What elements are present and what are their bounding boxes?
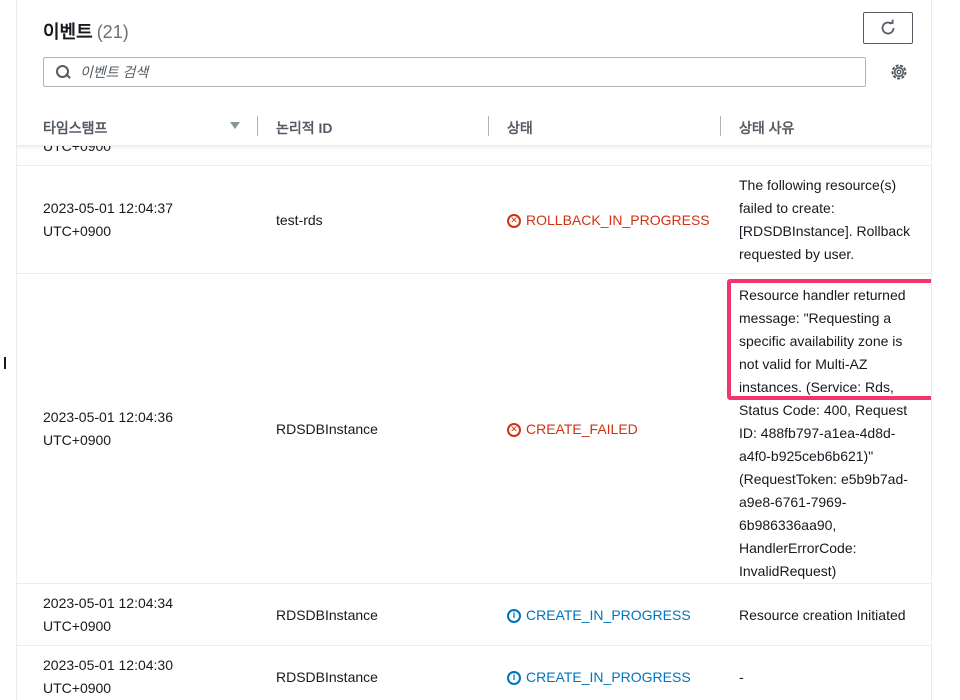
status-text: CREATE_FAILED: [526, 418, 638, 441]
timestamp-cell: 2023-05-01 12:04:34 UTC+0900: [43, 592, 233, 638]
search-box[interactable]: [43, 57, 866, 87]
timestamp-zone: UTC+0900: [43, 429, 233, 452]
status-reason-cell: The following resource(s) failed to crea…: [739, 174, 921, 266]
timestamp-cell: UTC+0900: [43, 146, 233, 158]
column-divider[interactable]: [488, 116, 489, 136]
table-row: 2023-05-01 12:04:34 UTC+0900 RDSDBInstan…: [17, 584, 931, 646]
error-circle-icon: ✕: [507, 423, 521, 437]
reason-line: [RDSDBInstance]. Rollback: [739, 220, 921, 243]
table-row: UTC+0900: [17, 146, 931, 166]
reason-line: a9e8-6761-7969-: [739, 491, 921, 514]
status-cell: ✕ ROLLBACK_IN_PROGRESS: [507, 209, 710, 232]
reason-line: ID: 488fb797-a1ea-4d8d-: [739, 422, 921, 445]
column-header-status-reason[interactable]: 상태 사유: [739, 118, 794, 138]
title-text: 이벤트: [43, 22, 93, 42]
timestamp-zone: UTC+0900: [43, 220, 233, 243]
info-circle-icon: i: [507, 609, 521, 623]
reason-line: instances. (Service: Rds,: [739, 376, 921, 399]
status-reason-cell: Resource handler returned message: "Requ…: [739, 284, 921, 583]
table-row: 2023-05-01 12:04:36 UTC+0900 RDSDBInstan…: [17, 274, 931, 584]
timestamp-date: 2023-05-01 12:04:34: [43, 592, 233, 615]
table-row: 2023-05-01 12:04:37 UTC+0900 test-rds ✕ …: [17, 166, 931, 274]
info-circle-icon: i: [507, 671, 521, 685]
reason-line: Status Code: 400, Request: [739, 399, 921, 422]
status-reason-cell: -: [739, 666, 921, 689]
timestamp-zone: UTC+0900: [43, 615, 233, 638]
column-header-status[interactable]: 상태: [507, 118, 533, 138]
reason-line: requested by user.: [739, 243, 921, 266]
reason-line: specific availability zone is: [739, 330, 921, 353]
error-circle-icon: ✕: [507, 214, 521, 228]
event-count: (21): [97, 22, 129, 42]
gear-icon[interactable]: [890, 63, 908, 81]
reason-line: failed to create:: [739, 197, 921, 220]
logical-id-cell: RDSDBInstance: [276, 666, 378, 689]
reason-line: Resource handler returned: [739, 284, 921, 307]
status-cell: i CREATE_IN_PROGRESS: [507, 604, 691, 627]
left-edge-mark: [4, 357, 6, 369]
reason-line: a4f0-b925ceb6b621)": [739, 445, 921, 468]
reason-line: The following resource(s): [739, 174, 921, 197]
refresh-icon: [879, 19, 897, 37]
reason-line: 6b986336aa90,: [739, 514, 921, 537]
timestamp-date: 2023-05-01 12:04:30: [43, 654, 233, 677]
timestamp-zone: UTC+0900: [43, 146, 233, 158]
reason-line: InvalidRequest): [739, 560, 921, 583]
column-divider[interactable]: [720, 116, 721, 136]
events-panel: 이벤트(21) 타임스탬프 논리적 ID 상태 상태 사유: [16, 0, 932, 700]
reason-line: Resource creation Initiated: [739, 604, 921, 627]
timestamp-zone: UTC+0900: [43, 677, 233, 700]
search-icon: [56, 65, 70, 79]
timestamp-date: 2023-05-01 12:04:36: [43, 406, 233, 429]
logical-id-cell: RDSDBInstance: [276, 418, 378, 441]
events-table-body: UTC+0900 2023-05-01 12:04:37 UTC+0900 te…: [17, 146, 931, 700]
column-divider[interactable]: [257, 116, 258, 136]
timestamp-cell: 2023-05-01 12:04:37 UTC+0900: [43, 197, 233, 243]
table-header: 타임스탬프 논리적 ID 상태 상태 사유: [17, 106, 931, 146]
logical-id-cell: RDSDBInstance: [276, 604, 378, 627]
status-text: CREATE_IN_PROGRESS: [526, 604, 691, 627]
status-text: ROLLBACK_IN_PROGRESS: [526, 209, 710, 232]
reason-line: (RequestToken: e5b9b7ad-: [739, 468, 921, 491]
reason-line: -: [739, 666, 921, 689]
column-header-timestamp[interactable]: 타임스탬프: [43, 118, 107, 138]
status-cell: i CREATE_IN_PROGRESS: [507, 666, 691, 689]
table-row: 2023-05-01 12:04:30 UTC+0900 RDSDBInstan…: [17, 646, 931, 700]
reason-line: HandlerErrorCode:: [739, 537, 921, 560]
refresh-button[interactable]: [863, 12, 913, 44]
sort-descending-icon[interactable]: [230, 122, 240, 129]
status-reason-cell: Resource creation Initiated: [739, 604, 921, 627]
logical-id-cell: test-rds: [276, 209, 323, 232]
timestamp-cell: 2023-05-01 12:04:30 UTC+0900: [43, 654, 233, 700]
events-header: 이벤트(21): [17, 0, 931, 56]
timestamp-date: 2023-05-01 12:04:37: [43, 197, 233, 220]
search-input[interactable]: [80, 64, 865, 80]
status-cell: ✕ CREATE_FAILED: [507, 418, 638, 441]
reason-line: not valid for Multi-AZ: [739, 353, 921, 376]
timestamp-cell: 2023-05-01 12:04:36 UTC+0900: [43, 406, 233, 452]
status-text: CREATE_IN_PROGRESS: [526, 666, 691, 689]
column-header-logical-id[interactable]: 논리적 ID: [276, 118, 333, 138]
page-title: 이벤트(21): [43, 18, 129, 44]
reason-line: message: "Requesting a: [739, 307, 921, 330]
